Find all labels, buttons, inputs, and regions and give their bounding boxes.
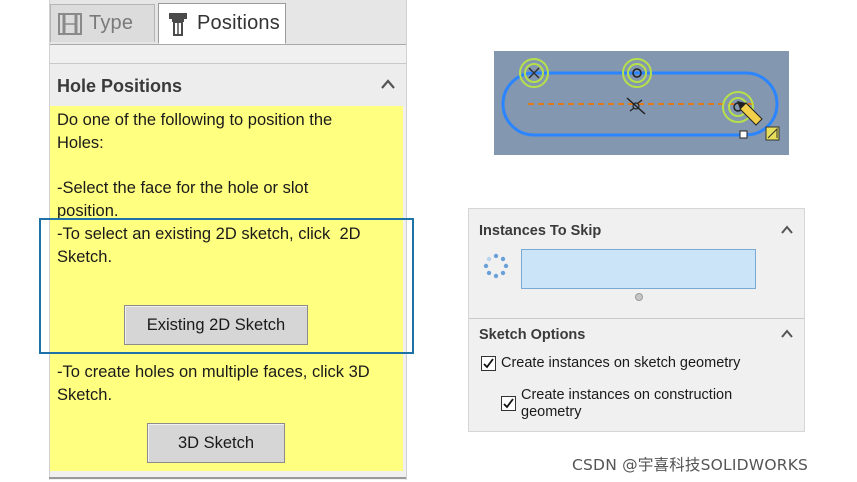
hole-point-left[interactable] (519, 58, 549, 88)
positions-icon (169, 12, 187, 36)
instances-pattern-icon (483, 253, 509, 279)
watermark: CSDN @宇喜科技SOLIDWORKS (572, 456, 809, 474)
instruction-intro: Do one of the following to position the … (57, 111, 333, 152)
checkmark-icon (483, 358, 494, 369)
create-on-sketch-geometry-checkbox[interactable] (481, 356, 496, 371)
resize-handle[interactable] (635, 293, 643, 301)
chevron-up-icon[interactable] (380, 78, 396, 90)
instances-to-skip-title: Instances To Skip (479, 223, 602, 239)
type-icon (58, 12, 82, 35)
hole-positions-title: Hole Positions (57, 76, 183, 96)
pattern-options-panel: Instances To Skip Sketch Options Create … (468, 208, 805, 432)
create-on-construction-geometry-checkbox[interactable] (501, 396, 516, 411)
checkmark-icon (503, 398, 514, 409)
sketch-preview (494, 51, 789, 155)
section-divider (469, 318, 804, 319)
highlight-frame (39, 218, 414, 354)
midpoint-marker (626, 97, 646, 115)
hole-positions-header[interactable]: Hole Positions (50, 63, 406, 106)
instruction-select-face: -Select the face for the hole or slot po… (57, 179, 309, 220)
tab-type[interactable]: Type (50, 4, 155, 42)
chevron-up-icon[interactable] (780, 329, 794, 339)
chevron-up-icon[interactable] (780, 225, 794, 235)
tab-positions-label: Positions (197, 12, 280, 34)
tab-type-label: Type (89, 12, 134, 34)
sketch-options-title: Sketch Options (479, 327, 586, 343)
tab-positions[interactable]: Positions (158, 3, 286, 44)
slot-sketch-graphic (501, 58, 780, 141)
panel-bottom-divider (49, 477, 406, 479)
create-on-construction-geometry-label[interactable]: Create instances on construction geometr… (521, 387, 732, 421)
3d-sketch-button[interactable]: 3D Sketch (147, 423, 285, 463)
tab-bar: Type Positions (50, 0, 406, 45)
create-on-sketch-geometry-label[interactable]: Create instances on sketch geometry (501, 355, 740, 372)
instruction-3d-sketch: -To create holes on multiple faces, clic… (57, 363, 370, 404)
instances-to-skip-list[interactable] (521, 249, 756, 289)
